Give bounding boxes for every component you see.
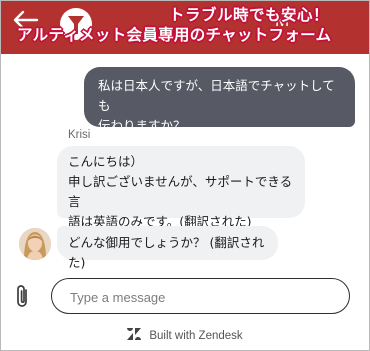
agent-avatar [19, 228, 51, 260]
footer[interactable]: Built with Zendesk [0, 328, 370, 342]
banner-line-1: トラブル時でも安心！ [168, 6, 329, 24]
promo-banner: トラブル時でも安心！ アルティメット会員専用のチャットフォーム [17, 5, 367, 45]
avatar-photo-icon [19, 228, 51, 260]
incoming-message: こんにちは） 申し訳ございませんが、サポートできる言 語は英語のみです。(翻訳さ… [57, 146, 305, 229]
chat-header: M トラブル時でも安心！ アルティメット会員専用のチャットフォーム [1, 1, 369, 54]
message-list: 私は日本人ですが、日本語でチャットしても 伝わりますか？ Krisi こんにちは… [0, 54, 370, 270]
paperclip-icon[interactable] [14, 283, 32, 309]
message-input[interactable] [68, 287, 332, 307]
outgoing-message: 私は日本人ですが、日本語でチャットしても 伝わりますか？ [84, 67, 355, 133]
incoming-message: どんな御用でしょうか？ (翻訳された) [57, 226, 278, 270]
sender-name: Krisi [68, 129, 91, 141]
banner-line-2: アルティメット会員専用のチャットフォーム [17, 26, 332, 44]
footer-text: Built with Zendesk [149, 330, 243, 342]
zendesk-icon [127, 328, 142, 340]
message-composer[interactable] [51, 278, 350, 314]
